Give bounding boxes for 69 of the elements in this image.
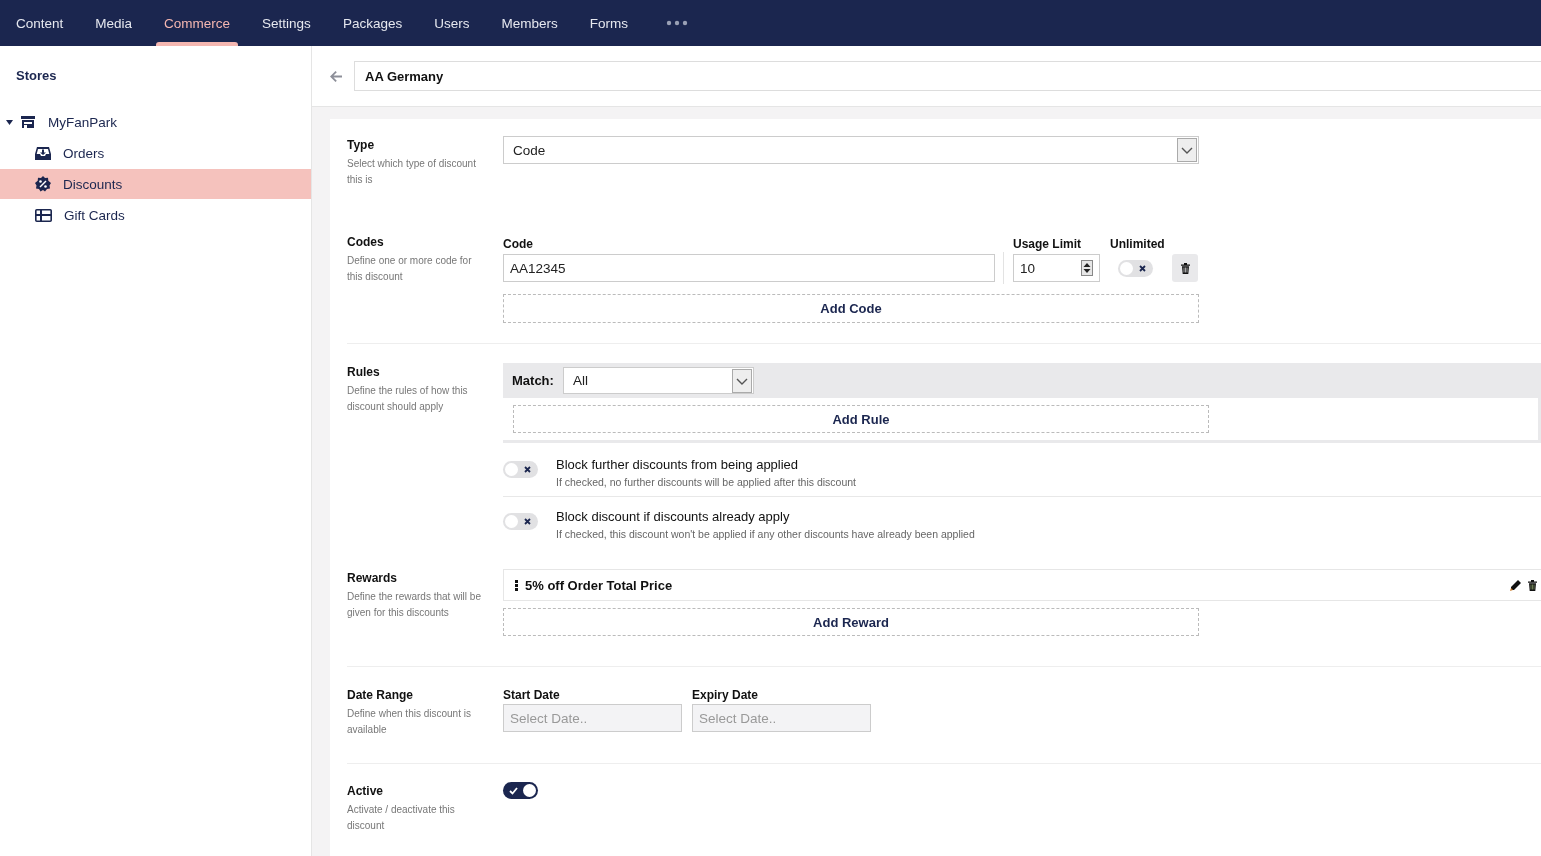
section-description: Activate / deactivate this discount [347,803,456,833]
section-title: Type [347,138,376,152]
type-dropdown[interactable]: Code [503,136,1199,164]
store-icon [20,115,36,129]
more-icon[interactable] [665,20,688,26]
section-title: Rules [347,365,381,379]
trash-icon [1180,262,1190,274]
name-field[interactable]: AA Germany [354,61,1541,91]
field-label: Start Date [503,687,561,704]
gift-card-icon [35,208,52,222]
nav-tab[interactable]: Forms [581,0,636,46]
tree-item[interactable]: Discounts [0,169,311,199]
section-title: Codes [347,235,385,249]
section-title: Active [347,784,385,798]
sidebar-title: Stores [15,67,58,85]
section-description: Define the rules of how this discount should apply [347,384,469,414]
nav-tab[interactable]: Media [87,0,141,46]
caret-icon[interactable] [6,119,13,125]
option-title: Block further discounts from being applied [556,457,800,472]
nav-tab[interactable]: Packages [334,0,411,46]
column-header: Code [503,236,534,251]
match-label: Match: [512,373,554,388]
section-title: Rewards [347,571,399,585]
reward-label: 5% off Order Total Price [525,577,673,593]
option-hint: If checked, no further discounts will be applied after this discount [556,476,856,488]
date-field[interactable]: Select Date.. [692,704,871,732]
match-dropdown[interactable]: All [562,367,754,394]
section-title: Date Range [347,688,415,702]
nav-tab[interactable]: Settings [254,0,319,46]
code-field[interactable]: AA12345 [503,254,995,282]
cross-icon [524,466,531,473]
pencil-icon[interactable] [1510,579,1521,591]
column-header: Unlimited [1110,236,1165,251]
cross-icon [524,518,531,525]
nav-tab[interactable]: Users [426,0,478,46]
tree-item[interactable]: Orders [0,138,311,168]
usage-limit-field[interactable]: 10 [1013,254,1100,282]
cross-icon [1139,264,1146,272]
toggle-switch[interactable] [503,461,538,478]
section-description: Select which type of discount this is [347,157,477,187]
trash-icon[interactable] [1528,579,1537,591]
toggle-switch[interactable] [503,513,538,530]
back-arrow-icon[interactable] [330,70,342,82]
chevron-icon [1177,138,1197,162]
section-description: Define when this discount is available [347,707,472,737]
delete-button[interactable] [1172,254,1198,282]
nav-tab[interactable]: Commerce [156,0,239,46]
section-description: Define one or more code for this discount [347,254,473,284]
toggle-switch[interactable] [1118,259,1153,277]
nav-tab[interactable]: Content [8,0,72,46]
tray-icon [35,145,51,161]
column-header: Usage Limit [1013,236,1082,251]
add-rule-button[interactable]: Add Rule [513,405,1209,433]
nav-tab[interactable]: Members [493,0,566,46]
add-code-button[interactable]: Add Code [503,294,1199,323]
tree-item[interactable]: MyFanPark [0,107,311,137]
check-icon [509,786,518,795]
percent-badge-icon [35,176,51,192]
drag-handle-icon[interactable] [515,579,518,591]
option-hint: If checked, this discount won't be applied if any other discounts have already been applied [556,528,975,540]
tree-item[interactable]: Gift Cards [0,200,311,230]
date-field[interactable]: Select Date.. [503,704,682,732]
section-description: Define the rewards that will be given for this discounts [347,590,482,620]
option-title: Block discount if discounts already apply [556,509,791,524]
stepper-icon[interactable] [1081,260,1093,276]
add-reward-button[interactable]: Add Reward [503,608,1199,636]
chevron-icon [731,369,752,393]
field-label: Expiry Date [692,687,760,704]
toggle-switch[interactable] [503,782,538,799]
